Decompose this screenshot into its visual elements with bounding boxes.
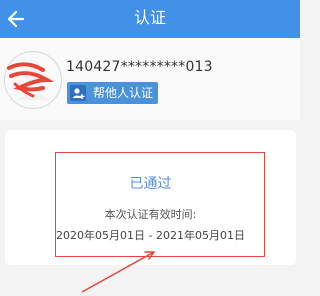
verification-status: 已通过 <box>129 176 172 192</box>
verification-card: 已通过 本次认证有效时间: 2020年05月01日 - 2021年05月01日 <box>5 130 296 265</box>
help-others-verify-button[interactable]: 帮他人认证 <box>67 82 158 104</box>
page-title: 认证 <box>133 8 166 27</box>
profile-section: 140427*********013 帮他人认证 <box>0 38 300 120</box>
help-others-verify-label: 帮他人认证 <box>93 86 154 100</box>
user-plus-icon <box>70 85 86 101</box>
avatar <box>3 50 63 110</box>
validity-label: 本次认证有效时间: <box>104 208 197 221</box>
app-header: 认证 <box>0 0 300 38</box>
validity-range: 2020年05月01日 - 2021年05月01日 <box>56 229 245 242</box>
id-number: 140427*********013 <box>66 59 213 75</box>
